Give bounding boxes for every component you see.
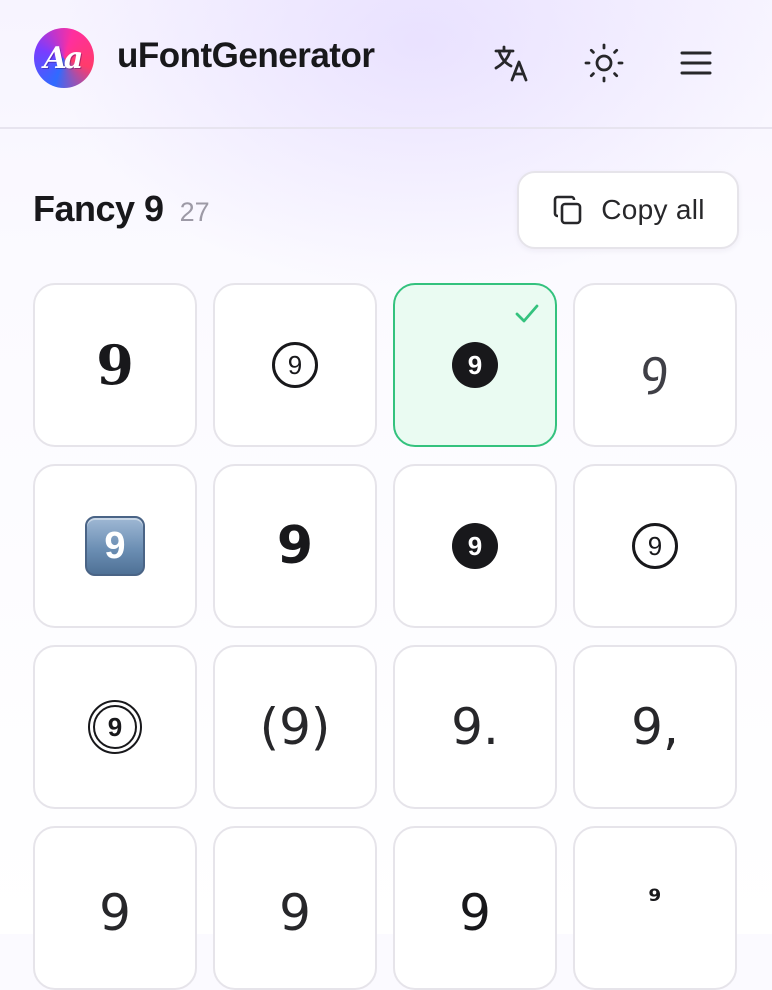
variant-card[interactable]: 9 xyxy=(33,645,197,809)
app-logo[interactable]: Aa xyxy=(34,28,94,88)
variant-glyph: 9 xyxy=(452,523,498,569)
variant-glyph-text: 9 xyxy=(93,705,137,749)
variant-glyph: 9, xyxy=(631,698,679,756)
section-header: Fancy 9 27 xyxy=(33,188,210,230)
variant-glyph: 9 xyxy=(85,516,145,576)
copy-all-label: Copy all xyxy=(601,194,705,225)
variant-card[interactable]: 𝟗 xyxy=(33,283,197,447)
variant-card[interactable]: 9 xyxy=(573,464,737,628)
hamburger-menu-icon xyxy=(680,51,712,75)
variant-card[interactable]: 9, xyxy=(573,645,737,809)
variant-card[interactable]: 9 xyxy=(213,826,377,990)
variant-card[interactable]: 9 xyxy=(33,464,197,628)
app-brand-name[interactable]: uFontGenerator xyxy=(117,36,375,76)
variant-glyph: 𝟗 xyxy=(96,333,134,397)
variant-card[interactable]: (9) xyxy=(213,645,377,809)
variant-glyph: ꝯ xyxy=(638,338,671,395)
variant-card[interactable]: 9 xyxy=(393,464,557,628)
copy-all-button[interactable]: Copy all xyxy=(517,171,739,249)
variant-glyph: 9 xyxy=(452,342,498,388)
variant-card[interactable]: 9 xyxy=(33,826,197,990)
menu-button[interactable] xyxy=(673,40,719,86)
theme-toggle-button[interactable] xyxy=(581,40,627,86)
variant-glyph: (9) xyxy=(259,698,331,756)
variant-glyph: 9 xyxy=(459,884,491,942)
variant-glyph: 9. xyxy=(451,698,499,756)
variant-card[interactable]: 9 xyxy=(213,283,377,447)
check-icon xyxy=(515,304,539,323)
variant-glyph: 9 xyxy=(632,523,678,569)
variant-card[interactable]: 9 xyxy=(213,464,377,628)
variant-card[interactable]: ꝯ xyxy=(573,283,737,447)
variant-glyph: 9 xyxy=(272,342,318,388)
variant-card[interactable]: 9 xyxy=(393,826,557,990)
translate-icon xyxy=(494,45,528,82)
variant-grid: 𝟗 9 9 ꝯ 9 9 9 9 9 (9) 9. 9, 9 9 9 ⁹ xyxy=(33,283,739,990)
logo-text: Aa xyxy=(43,40,84,76)
variant-card[interactable]: 9 xyxy=(393,283,557,447)
sun-icon xyxy=(584,43,624,83)
variant-glyph: 9 xyxy=(88,700,142,754)
variant-card[interactable]: 9. xyxy=(393,645,557,809)
copy-icon xyxy=(553,195,582,225)
translate-button[interactable] xyxy=(489,40,535,86)
variant-count: 27 xyxy=(179,197,210,227)
page-title: Fancy 9 xyxy=(33,188,164,229)
app-header: Aa uFontGenerator xyxy=(0,0,772,129)
variant-glyph: 9 xyxy=(99,884,131,942)
variant-card[interactable]: ⁹ xyxy=(573,826,737,990)
variant-glyph: ⁹ xyxy=(648,884,662,919)
variant-glyph: 9 xyxy=(276,516,314,576)
variant-glyph: 9 xyxy=(279,884,311,942)
